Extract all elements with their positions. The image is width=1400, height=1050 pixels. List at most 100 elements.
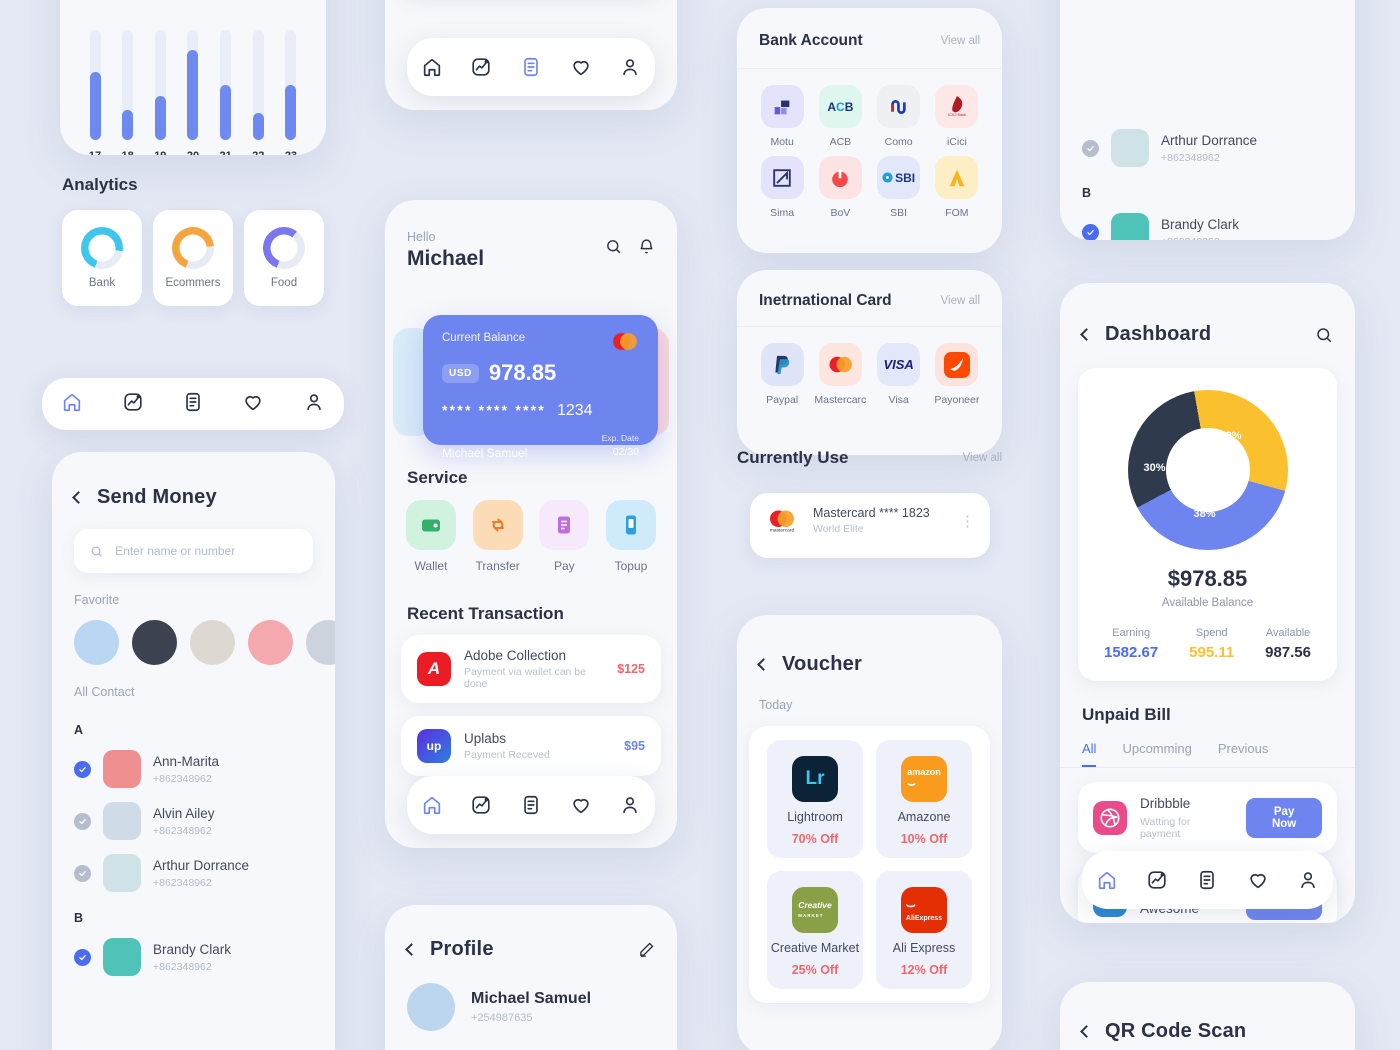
nav-item-home[interactable] [421,56,443,78]
list-item[interactable]: Arthur Dorrance +862348962 [1060,122,1355,174]
service-item-topup[interactable]: Topup [605,500,657,573]
avatar[interactable] [306,620,335,665]
view-all-link[interactable]: View all [941,295,980,307]
avatar[interactable] [248,620,293,665]
service-item-wallet[interactable]: Wallet [405,500,457,573]
bottom-nav-analytics[interactable] [42,378,344,430]
pay-now-button[interactable]: Pay Now [1246,797,1322,838]
brand-item-mastercarc[interactable]: Mastercarc [811,343,869,406]
tab-all[interactable]: All [1082,741,1097,767]
brand-item-como[interactable]: Como [870,85,928,148]
search-input[interactable] [115,544,297,558]
list-item[interactable]: Arthur Dorrance +862348962 [52,847,335,899]
nav-item-documents[interactable] [520,56,542,78]
bar-day: 19 [154,150,166,155]
nav-item-profile[interactable] [619,56,641,78]
bar-day: 22 [252,150,264,155]
voucher-item[interactable]: amazon ⌣ Amazone 10% Off [876,740,972,858]
donut-ring [263,227,305,269]
nav-item-documents[interactable] [520,794,542,816]
nav-item-favorites[interactable] [570,56,592,78]
bar-column: 22SAT [245,30,271,155]
view-all-link[interactable]: View all [963,452,1002,464]
nav-item-favorites[interactable] [242,391,264,418]
nav-item-activity[interactable] [1146,869,1168,891]
chevron-left-icon[interactable] [72,491,85,504]
nav-item-favorites[interactable] [1247,869,1269,891]
bottom-nav-dashboard[interactable] [1082,851,1333,909]
bell-icon[interactable] [638,238,655,255]
nav-item-favorites[interactable] [570,794,592,816]
service-item-pay[interactable]: Pay [538,500,590,573]
voucher-item[interactable]: ⌣ AliExpress Ali Express 12% Off [876,871,972,989]
list-item[interactable]: Ann-Marita +862348962 [52,743,335,795]
search-input-wrapper[interactable] [74,529,313,573]
wallet-icon [406,500,456,550]
more-vertical-icon[interactable]: ⋮ [960,512,976,530]
avatar[interactable] [74,620,119,665]
nav-item-profile[interactable] [619,794,641,816]
nav-item-documents[interactable] [182,391,204,418]
nav-item-activity[interactable] [470,56,492,78]
analytics-card-bank[interactable]: Bank [62,210,142,306]
nav-item-home[interactable] [421,794,443,816]
favorite-label: Favorite [74,593,120,607]
nav-item-home[interactable] [61,391,83,418]
service-item-transfer[interactable]: Transfer [472,500,524,573]
analytics-card-food[interactable]: Food [244,210,324,306]
voucher-name: Lightroom [787,810,843,824]
mastercard-icon [613,333,637,350]
nav-item-activity[interactable] [470,794,492,816]
nav-item-home[interactable] [1096,869,1118,891]
nav-item-profile[interactable] [1297,869,1319,891]
contact-check-icon[interactable] [1082,139,1099,157]
chevron-left-icon[interactable] [1080,1025,1093,1038]
pencil-icon[interactable] [638,941,655,958]
list-item[interactable]: Alvin Ailey +862348962 [52,795,335,847]
analytics-card-ecommers[interactable]: Ecommers [153,210,233,306]
brand-item-sbi[interactable]: SBI SBI [870,156,928,219]
brand-item-visa[interactable]: VISA Visa [870,343,928,406]
nav-item-profile[interactable] [303,391,325,418]
brand-item-icici[interactable]: ICICI Bank iCici [928,85,986,148]
brand-item-sima[interactable]: Sima [753,156,811,219]
currently-use-card[interactable]: mastercard Mastercard **** 1823 World El… [750,493,990,558]
tab-upcomming[interactable]: Upcomming [1122,741,1191,767]
nav-item-documents[interactable] [1196,869,1218,891]
transaction-row[interactable]: A Adobe Collection Payment via wallet can … [401,635,661,703]
list-item[interactable]: Brandy Clark +862348962 [1060,206,1355,240]
chevron-left-icon[interactable] [1080,328,1093,341]
transaction-row[interactable]: up Uplabs Payment Receved $95 [401,716,661,776]
brand-item-fom[interactable]: FOM [928,156,986,219]
bottom-nav-home[interactable] [407,776,655,834]
brand-label: BoV [830,207,851,219]
bottom-nav-transactions[interactable] [407,38,655,96]
search-icon[interactable] [605,238,622,255]
contact-phone: +862348962 [153,773,212,785]
avatar[interactable] [190,620,235,665]
search-icon[interactable] [1315,326,1333,344]
unpaid-bill-tabs[interactable]: All Upcomming Previous [1060,741,1355,768]
balance-card[interactable]: Current Balance USD 978.85 **** **** ***… [423,315,658,460]
brand-item-acb[interactable]: ACB ACB [811,85,869,148]
list-item[interactable]: Brandy Clark +862348962 [52,931,335,983]
tab-previous[interactable]: Previous [1218,741,1269,767]
avatar[interactable] [132,620,177,665]
chevron-left-icon[interactable] [757,658,770,671]
nav-item-activity[interactable] [122,391,144,418]
brand-item-motu[interactable]: Motu [753,85,811,148]
contact-check-icon[interactable] [1082,223,1099,240]
voucher-item[interactable]: Creative MARKET Creative Market 25% Off [767,871,863,989]
contact-check-icon[interactable] [74,864,91,882]
brand-item-paypal[interactable]: Paypal [753,343,811,406]
voucher-item[interactable]: Lr Lightroom 70% Off [767,740,863,858]
contact-check-icon[interactable] [74,812,91,830]
contact-check-icon[interactable] [74,760,91,778]
chevron-left-icon[interactable] [405,943,418,956]
contact-check-icon[interactable] [74,948,91,966]
view-all-link[interactable]: View all [941,35,980,47]
favorites-row[interactable] [52,620,335,665]
bill-row[interactable]: Dribbble Watting for payment Pay Now [1078,782,1337,853]
brand-item-payoneer[interactable]: Payoneer [928,343,986,406]
brand-item-bov[interactable]: BoV [811,156,869,219]
